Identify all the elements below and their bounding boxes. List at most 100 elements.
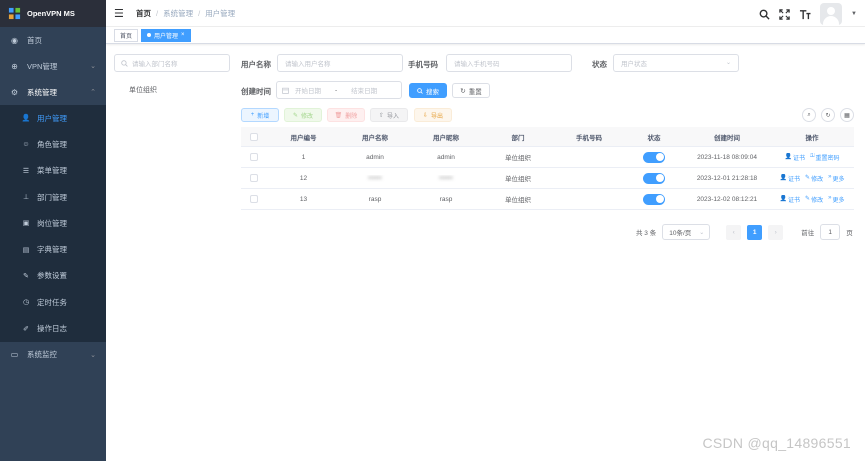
delete-button[interactable]: 🗑 删除 — [327, 108, 365, 122]
app-logo[interactable]: OpenVPN MS — [0, 0, 106, 27]
search-button-label: 搜索 — [426, 88, 439, 96]
sidebar-item-post-manage[interactable]: ▣ 岗位管理 — [0, 210, 106, 236]
status-label: 状态 — [592, 60, 607, 69]
page-size-select[interactable]: 10条/页 ⌄ — [662, 224, 711, 240]
date-range-picker[interactable]: 开始日期 - 结束日期 — [276, 81, 402, 99]
col-username: 用户名称 — [362, 134, 388, 142]
hamburger-icon[interactable]: ☰ — [114, 7, 126, 20]
calendar-icon — [282, 87, 289, 94]
range-separator: - — [335, 86, 338, 94]
sidebar-item-job[interactable]: ◷ 定时任务 — [0, 289, 106, 315]
edit-link[interactable]: ✎ 修改 — [805, 174, 823, 183]
cell-user-id: 13 — [299, 195, 308, 203]
tags-view: 首页 用户管理 × — [106, 27, 865, 44]
caret-down-icon[interactable]: ▼ — [851, 11, 857, 17]
table-row: 12 •••••• •••••• 单位组织 2023-12-01 21:28:1… — [241, 168, 854, 189]
cell-user-id: 1 — [301, 153, 306, 161]
table-header: 用户编号 用户名称 用户昵称 部门 手机号码 状态 创建时间 操作 — [241, 127, 854, 147]
status-select[interactable]: 用户状态 ⌄ — [613, 54, 739, 72]
cell-nickname: •••••• — [439, 174, 453, 182]
username-placeholder: 请输入用户名称 — [285, 61, 331, 68]
status-switch[interactable] — [643, 193, 665, 205]
start-date-placeholder: 开始日期 — [295, 88, 321, 95]
cert-link[interactable]: 👤 证书 — [780, 195, 801, 204]
toggle-search-button[interactable]: ⌕ — [802, 108, 816, 122]
sidebar-item-label: 系统管理 — [27, 87, 57, 97]
search-icon — [121, 59, 128, 67]
avatar[interactable] — [820, 3, 843, 25]
close-icon[interactable]: × — [181, 32, 185, 38]
dept-tree-node[interactable]: 单位组织 — [129, 85, 157, 95]
username-label: 用户名称 — [241, 60, 271, 69]
status-switch[interactable] — [643, 172, 665, 184]
more-link-label: 更多 — [832, 176, 845, 183]
next-page-button[interactable]: › — [768, 224, 784, 240]
sidebar-item-dict-manage[interactable]: ▤ 字典管理 — [0, 236, 106, 262]
cell-created: 2023-11-18 08:09:04 — [697, 153, 757, 161]
refresh-icon: ↻ — [460, 87, 466, 95]
row-checkbox[interactable] — [250, 174, 258, 182]
font-size-icon[interactable] — [799, 9, 811, 20]
breadcrumb-home[interactable]: 首页 — [136, 8, 151, 19]
refresh-button[interactable]: ↻ — [821, 108, 835, 122]
phone-input[interactable]: 请输入手机号码 — [446, 54, 572, 72]
export-button-label: 导出 — [431, 113, 444, 120]
search-button[interactable]: 搜索 — [409, 83, 447, 98]
prev-page-button[interactable]: ‹ — [726, 224, 742, 240]
page-number-current[interactable]: 1 — [747, 224, 763, 240]
app-title: OpenVPN MS — [27, 9, 75, 18]
table-row: 1 admin admin 单位组织 2023-11-18 08:09:04 👤… — [241, 147, 854, 168]
reset-button[interactable]: ↻ 重置 — [452, 83, 490, 98]
sidebar-item-config[interactable]: ✎ 参数设置 — [0, 263, 106, 289]
row-checkbox[interactable] — [250, 195, 258, 203]
fullscreen-icon[interactable] — [779, 8, 790, 20]
sidebar-item-vpn[interactable]: ⊕ VPN管理 ⌄ — [0, 53, 106, 79]
select-all-checkbox[interactable] — [250, 132, 258, 141]
status-switch[interactable] — [643, 151, 665, 163]
table-row: 13 rasp rasp 单位组织 2023-12-02 08:12:21 👤 证… — [241, 189, 854, 210]
cert-link[interactable]: 👤 证书 — [784, 153, 805, 162]
header-actions: ▼ — [759, 3, 857, 25]
edit-button[interactable]: ✎ 修改 — [284, 108, 322, 122]
username-input[interactable]: 请输入用户名称 — [277, 54, 403, 72]
search-icon[interactable] — [759, 9, 770, 20]
edit-link[interactable]: ✎ 修改 — [805, 195, 823, 204]
sidebar-item-monitor[interactable]: ▭ 系统监控 ⌄ — [0, 342, 106, 368]
sidebar-item-home[interactable]: ◉ 首页 — [0, 27, 106, 53]
sidebar-item-system[interactable]: ⚙ 系统管理 ⌃ — [0, 79, 106, 105]
sidebar-item-user-manage[interactable]: 👤 用户管理 — [0, 105, 106, 131]
chevron-up-icon: ⌃ — [90, 89, 96, 96]
cert-link[interactable]: 👤 证书 — [780, 174, 801, 183]
breadcrumb-current: 用户管理 — [205, 8, 236, 18]
system-submenu: 👤 用户管理 ☺ 角色管理 ☰ 菜单管理 ⊥ 部门管理 ▣ 岗位管理 ▤ 字典管… — [0, 105, 106, 342]
dept-search-input[interactable]: 请输入部门名称 — [114, 54, 230, 72]
columns-button[interactable]: ▦ — [840, 108, 854, 122]
col-created: 创建时间 — [714, 134, 740, 142]
grid-icon: ▦ — [844, 112, 850, 119]
sidebar-item-menu-manage[interactable]: ☰ 菜单管理 — [0, 158, 106, 184]
search-icon: ⌕ — [807, 111, 811, 118]
row-checkbox[interactable] — [250, 153, 258, 161]
goto-page-input[interactable]: 1 — [820, 224, 841, 240]
tag-user-manage[interactable]: 用户管理 × — [141, 28, 191, 42]
import-button[interactable]: ⇧ 导入 — [370, 108, 408, 122]
end-date-placeholder: 结束日期 — [351, 88, 378, 95]
cert-link-label: 证书 — [788, 176, 801, 183]
more-link[interactable]: » 更多 — [828, 174, 844, 183]
sidebar-item-label: 定时任务 — [37, 297, 67, 307]
sidebar-item-dept-manage[interactable]: ⊥ 部门管理 — [0, 184, 106, 210]
sidebar-item-label: 角色管理 — [37, 139, 67, 149]
edit-icon: ✎ — [23, 272, 29, 280]
export-button[interactable]: ⇩ 导出 — [414, 108, 452, 122]
globe-icon: ⊕ — [11, 61, 18, 71]
more-link[interactable]: » 更多 — [828, 195, 844, 204]
cert-link-label: 证书 — [788, 197, 801, 204]
pagination-total: 共 3 条 — [636, 230, 657, 237]
add-button[interactable]: + 新增 — [241, 108, 279, 122]
page-size-value: 10条/页 — [669, 230, 692, 237]
sidebar-item-oper-log[interactable]: ✐ 操作日志 — [0, 315, 106, 341]
tag-home[interactable]: 首页 — [114, 28, 139, 42]
sidebar-item-role-manage[interactable]: ☺ 角色管理 — [0, 131, 106, 157]
gear-icon: ⚙ — [10, 87, 19, 97]
reset-password-link[interactable]: ⚿ 重置密码 — [810, 153, 840, 162]
